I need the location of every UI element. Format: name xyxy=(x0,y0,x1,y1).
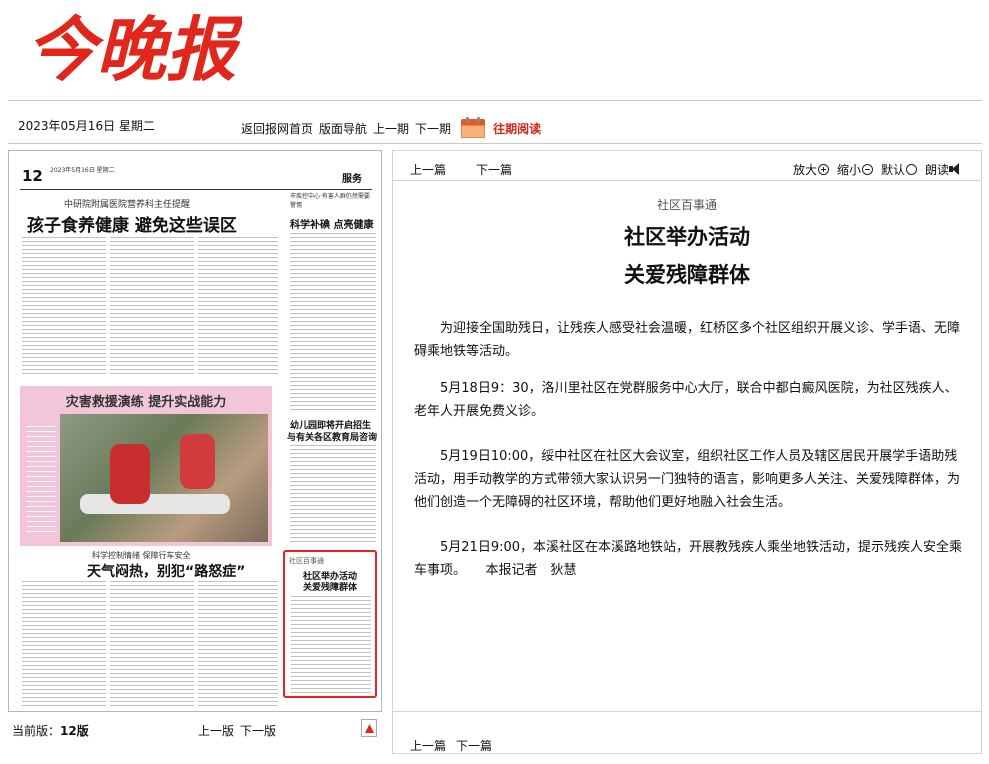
read-aloud-button[interactable]: 朗读 xyxy=(925,161,963,178)
thumb-kicker-main: 中研院附属医院营养科主任提醒 xyxy=(64,200,191,210)
article-paragraph: 5月19日10:00，绥中社区在社区大会议室，组织社区工作人员及辖区居民开展学手… xyxy=(414,449,961,510)
highlight-tag: 社区百事通 xyxy=(289,557,324,565)
page-thumbnail[interactable]: 12 2023年5月16日 星期二 服务 中研院附属医院营养科主任提醒 孩子食养… xyxy=(12,153,380,711)
thumb-right-kicker: 市疾控中心·有害人群仍然需要警惕 xyxy=(290,193,370,209)
thumb-highlight-current-article[interactable]: 社区百事通 社区举办活动 关爱残障群体 xyxy=(283,550,377,698)
logo-text: 今晚报 xyxy=(26,8,242,88)
thumb-text-block xyxy=(198,237,278,377)
archive-link[interactable]: 往期阅读 xyxy=(493,120,541,137)
calendar-icon[interactable] xyxy=(459,117,487,139)
speaker-icon xyxy=(949,162,963,176)
newspaper-logo: 今晚报 xyxy=(22,2,245,91)
default-size-icon xyxy=(905,164,917,175)
article-paragraph: 为迎接全国助残日，让残疾人感受社会温暖，红桥区多个社区组织开展义诊、学手语、无障… xyxy=(414,321,961,359)
next-article-link-bottom[interactable]: 下一篇 xyxy=(456,737,492,754)
zoom-in-icon xyxy=(817,164,829,175)
current-page-label: 当前版：12版 xyxy=(12,724,89,738)
prev-article-link[interactable]: 上一篇 xyxy=(410,161,446,178)
top-nav-bar: 2023年05月16日 星期二 返回报网首页 版面导航 上一期 下一期 往期阅读 xyxy=(8,103,982,143)
article-panel: 上一篇 下一篇 放大 缩小 默认 朗读 社区百事通 社区举办活动 关爱残障群体 … xyxy=(392,150,982,754)
page-pager: 上一版 下一版 xyxy=(198,722,276,739)
thumb-page-number: 12 xyxy=(22,167,43,185)
zoom-in-button[interactable]: 放大 xyxy=(793,161,829,178)
highlight-line2: 关爱残障群体 xyxy=(302,583,357,593)
article-footer-nav: 上一篇 下一篇 xyxy=(393,711,981,753)
thumb-text-block xyxy=(110,237,194,377)
prev-article-link-bottom[interactable]: 上一篇 xyxy=(410,737,446,754)
highlight-text-block xyxy=(291,596,371,694)
thumb-photo-headline: 灾害救援演练 提升实战能力 xyxy=(65,395,227,410)
thumb-right-headline[interactable]: 科学补碘 点亮健康 xyxy=(290,216,373,231)
rescue-drill-photo xyxy=(60,414,268,542)
thumb-date: 2023年5月16日 星期二 xyxy=(50,167,115,174)
thumb-photo-caption xyxy=(26,426,56,536)
zoom-out-icon xyxy=(861,164,873,175)
next-page-link[interactable]: 下一版 xyxy=(240,722,276,739)
thumb-headline-weather[interactable]: 天气闷热，别犯“路怒症” xyxy=(87,561,245,581)
article-title-line2: 关爱残障群体 xyxy=(624,263,750,287)
thumb-headline-main[interactable]: 孩子食养健康 避免这些误区 xyxy=(27,211,237,236)
current-page-value: 12版 xyxy=(60,724,89,738)
default-size-button[interactable]: 默认 xyxy=(881,161,917,178)
layout-nav-link[interactable]: 版面导航 xyxy=(319,120,367,137)
zoom-out-button[interactable]: 缩小 xyxy=(837,161,873,178)
article-paragraph: 5月21日9:00，本溪社区在本溪路地铁站，开展教残疾人乘坐地铁活动，提示残疾人… xyxy=(414,540,963,578)
pdf-download-icon[interactable] xyxy=(361,719,377,737)
thumb-rule xyxy=(20,189,372,190)
page-footer-nav: 当前版：12版 上一版 下一版 xyxy=(8,718,382,740)
next-article-link[interactable]: 下一篇 xyxy=(476,161,512,178)
thumb-text-block xyxy=(198,581,278,709)
thumb-text-block xyxy=(110,581,194,709)
thumb-right-headline-2b: 与有关各区教育局咨询 xyxy=(287,433,378,443)
page-thumbnail-panel: 12 2023年5月16日 星期二 服务 中研院附属医院营养科主任提醒 孩子食养… xyxy=(8,150,382,712)
prev-page-link[interactable]: 上一版 xyxy=(198,722,234,739)
article-toolbar: 上一篇 下一篇 放大 缩小 默认 朗读 xyxy=(393,151,981,181)
thumb-section: 服务 xyxy=(342,174,362,185)
divider xyxy=(8,100,982,101)
thumb-text-block xyxy=(290,233,376,413)
home-link[interactable]: 返回报网首页 xyxy=(241,120,313,137)
thumb-text-block xyxy=(22,237,106,377)
article-kicker: 社区百事通 xyxy=(656,198,717,212)
divider xyxy=(8,143,982,144)
thumb-photo-feature[interactable]: 灾害救援演练 提升实战能力 xyxy=(20,386,272,546)
article-title-line1: 社区举办活动 xyxy=(624,225,750,249)
issue-date: 2023年05月16日 星期二 xyxy=(18,119,155,133)
article-paragraph: 5月18日9：30，洛川里社区在党群服务中心大厅，联合中都白癜风医院，为社区残疾… xyxy=(414,381,958,419)
thumb-text-block xyxy=(22,581,106,709)
issue-nav: 返回报网首页 版面导航 上一期 下一期 往期阅读 xyxy=(241,117,541,139)
thumb-text-block xyxy=(290,445,376,545)
prev-issue-link[interactable]: 上一期 xyxy=(373,120,409,137)
next-issue-link[interactable]: 下一期 xyxy=(415,120,451,137)
thumb-kicker-weather: 科学控制情绪 保障行车安全 xyxy=(92,551,191,560)
